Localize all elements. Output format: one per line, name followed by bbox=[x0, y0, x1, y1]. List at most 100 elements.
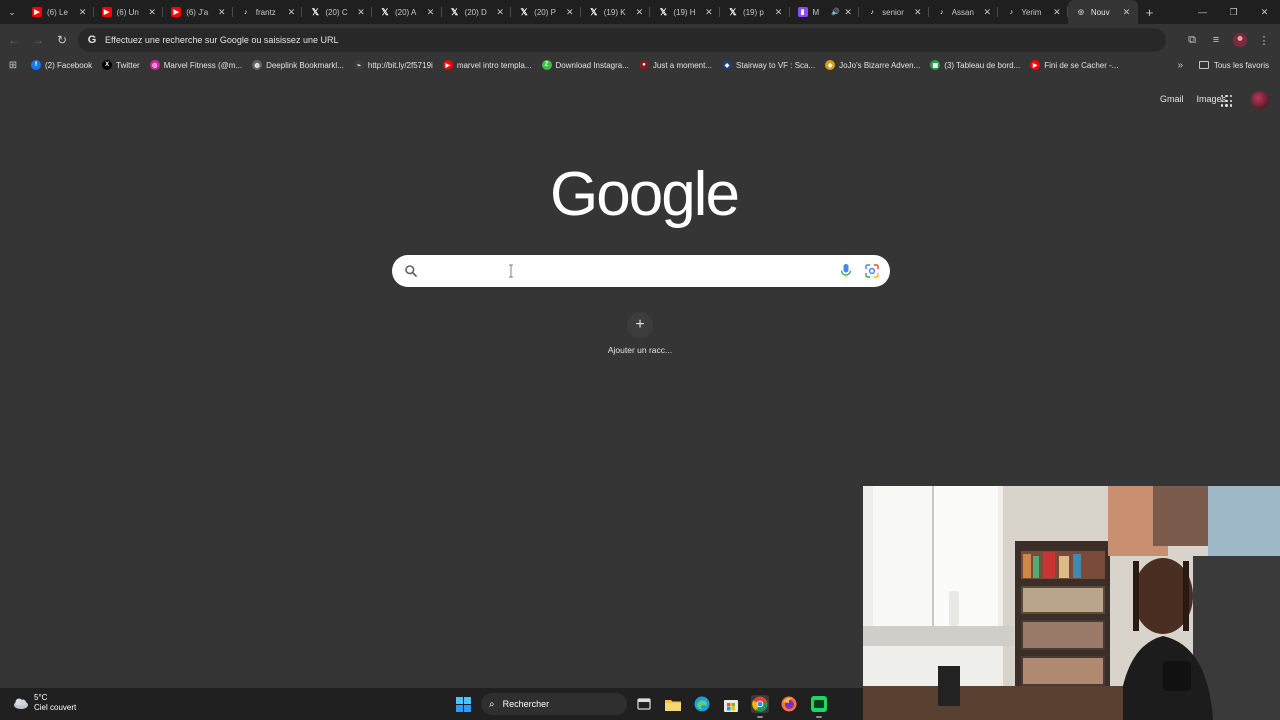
add-shortcut-tile[interactable]: + Ajouter un racc... bbox=[598, 312, 682, 370]
browser-tab[interactable]: 𝕏 (20) D ✕ bbox=[442, 0, 512, 24]
bookmark-item[interactable]: f (2) Facebook bbox=[26, 56, 97, 74]
back-arrow-icon[interactable]: ← bbox=[2, 28, 26, 52]
tab-title: M bbox=[812, 7, 820, 17]
microphone-icon[interactable] bbox=[839, 263, 853, 279]
edge-icon[interactable] bbox=[693, 695, 711, 713]
tab-title: (6) J'a bbox=[186, 7, 209, 17]
firefox-icon[interactable] bbox=[780, 695, 798, 713]
tab-close-icon[interactable]: ✕ bbox=[843, 7, 853, 18]
browser-tab[interactable]: ▶ (6) Un ✕ bbox=[94, 0, 164, 24]
profile-icon[interactable] bbox=[1228, 28, 1252, 52]
tab-close-icon[interactable]: ✕ bbox=[634, 7, 644, 18]
tab-close-icon[interactable]: ✕ bbox=[426, 7, 436, 18]
x-icon: 𝕏 bbox=[450, 6, 459, 17]
file-explorer-icon[interactable] bbox=[664, 695, 682, 713]
tab-close-icon[interactable]: ✕ bbox=[147, 7, 157, 18]
browser-tab[interactable]: 𝕏 (20) C ✕ bbox=[302, 0, 372, 24]
bookmark-label: (3) Tableau de bord... bbox=[944, 60, 1021, 70]
google-logo: Google bbox=[550, 160, 740, 229]
x-icon: 𝕏 bbox=[311, 6, 319, 17]
tradingview-app-icon[interactable] bbox=[810, 695, 828, 718]
x-icon: 𝕏 bbox=[590, 6, 598, 17]
minimize-icon[interactable]: — bbox=[1187, 0, 1218, 24]
tab-close-icon[interactable]: ✕ bbox=[982, 7, 992, 18]
x-icon: 𝕏 bbox=[520, 6, 528, 17]
account-avatar[interactable] bbox=[1251, 91, 1269, 109]
bookmark-item[interactable]: Z Download Instagra... bbox=[537, 56, 634, 74]
bookmark-item[interactable]: X Twitter bbox=[97, 56, 145, 74]
bookmarks-overflow-icon[interactable]: » bbox=[1172, 56, 1188, 74]
search-input[interactable] bbox=[424, 261, 824, 281]
google-apps-icon[interactable] bbox=[1221, 95, 1233, 107]
all-bookmarks-folder[interactable]: Tous les favoris bbox=[1194, 56, 1274, 74]
bookmark-item[interactable]: ● Just a moment... bbox=[634, 56, 717, 74]
bookmark-item[interactable]: ▣ (3) Tableau de bord... bbox=[925, 56, 1025, 74]
tab-close-icon[interactable]: ✕ bbox=[356, 7, 366, 18]
bookmark-item[interactable]: ⌁ http://bit.ly/2f5719i bbox=[349, 56, 438, 74]
youtube-icon: ▶ bbox=[171, 7, 182, 17]
tab-close-icon[interactable]: ✕ bbox=[1122, 7, 1132, 18]
weather-widget[interactable]: 5°C Ciel couvert bbox=[12, 693, 76, 713]
search-icon bbox=[405, 265, 417, 277]
apps-grid-icon[interactable]: ⊞ bbox=[0, 56, 26, 74]
bookmark-item[interactable]: ◆ JoJo's Bizarre Adven... bbox=[820, 56, 925, 74]
browser-tab[interactable]: 𝕏 (19) H ✕ bbox=[650, 0, 720, 24]
browser-tab[interactable]: ♪ Yerim ✕ bbox=[998, 0, 1068, 24]
extensions-icon[interactable]: ⧉ bbox=[1180, 28, 1204, 52]
browser-tab[interactable]: 𝕏 (19) K ✕ bbox=[581, 0, 651, 24]
browser-tab[interactable]: 𝕏 (20) A ✕ bbox=[372, 0, 442, 24]
browser-tab[interactable]: ▮ M 🔊 ✕ bbox=[790, 0, 860, 24]
browser-tab[interactable]: ▶ (6) J'a ✕ bbox=[163, 0, 233, 24]
chrome-icon[interactable] bbox=[751, 695, 769, 718]
tab-close-icon[interactable]: ✕ bbox=[704, 7, 714, 18]
browser-tab[interactable]: 𝕏 (20) P ✕ bbox=[511, 0, 581, 24]
tab-close-icon[interactable]: ✕ bbox=[913, 7, 923, 18]
bookmark-label: JoJo's Bizarre Adven... bbox=[839, 60, 921, 70]
tab-audio-icon[interactable]: 🔊 bbox=[831, 8, 840, 16]
folder-icon bbox=[1198, 61, 1209, 69]
media-control-icon[interactable]: ≡ bbox=[1204, 28, 1228, 52]
tab-search-chevron-icon[interactable]: ⌄ bbox=[0, 0, 24, 24]
browser-tab[interactable]: 𝕏 (19) p ✕ bbox=[720, 0, 790, 24]
tab-close-icon[interactable]: ✕ bbox=[217, 7, 227, 18]
tab-close-icon[interactable]: ✕ bbox=[495, 7, 505, 18]
bookmark-label: Marvel Fitness (@m... bbox=[163, 60, 243, 70]
google-lens-icon[interactable] bbox=[864, 263, 880, 279]
restore-icon[interactable]: ❐ bbox=[1218, 0, 1249, 24]
bookmark-item[interactable]: ▶ marvel intro templa... bbox=[438, 56, 537, 74]
search-icon: ⌕ bbox=[489, 698, 495, 710]
windows-start-icon[interactable] bbox=[456, 697, 471, 712]
ntp-top-links: Gmail Images bbox=[1160, 94, 1226, 104]
new-tab-button[interactable]: + bbox=[1138, 5, 1162, 20]
google-search-box[interactable] bbox=[392, 255, 890, 287]
tab-close-icon[interactable]: ✕ bbox=[774, 7, 784, 18]
close-window-icon[interactable]: ✕ bbox=[1249, 0, 1280, 24]
taskbar-search[interactable]: ⌕ Rechercher bbox=[481, 693, 627, 715]
browser-tab[interactable]: ◎ Nouv ✕ bbox=[1067, 0, 1138, 24]
bookmark-item[interactable]: ◍ Deeplink Bookmarkl... bbox=[247, 56, 349, 74]
windows-taskbar: 5°C Ciel couvert ⌕ Rechercher bbox=[0, 688, 863, 720]
tiktok-icon: ♪ bbox=[1009, 8, 1014, 16]
tiktok-icon: ♪ bbox=[870, 8, 874, 16]
tab-close-icon[interactable]: ✕ bbox=[565, 7, 575, 18]
bookmark-item[interactable]: ◆ Stairway to VF : Sca... bbox=[717, 56, 820, 74]
tab-close-icon[interactable]: ✕ bbox=[78, 7, 88, 18]
tab-close-icon[interactable]: ✕ bbox=[1052, 7, 1062, 18]
browser-tab[interactable]: ♪ Assan ✕ bbox=[929, 0, 999, 24]
browser-tab[interactable]: ▶ (6) Le ✕ bbox=[24, 0, 94, 24]
tab-close-icon[interactable]: ✕ bbox=[286, 7, 296, 18]
store-icon[interactable] bbox=[722, 695, 740, 713]
address-bar[interactable]: G Effectuez une recherche sur Google ou … bbox=[78, 28, 1166, 52]
twitch-icon: ▮ bbox=[797, 7, 808, 17]
webcam-overlay bbox=[863, 486, 1280, 720]
bookmark-item[interactable]: ▶ Fini de se Cacher -... bbox=[1025, 56, 1123, 74]
bookmark-item[interactable]: ◎ Marvel Fitness (@m... bbox=[145, 56, 247, 74]
forward-arrow-icon[interactable]: → bbox=[26, 28, 50, 52]
gmail-link[interactable]: Gmail bbox=[1160, 94, 1184, 104]
browser-tab[interactable]: ♪ senior ✕ bbox=[859, 0, 929, 24]
bookmark-list: f (2) Facebook X Twitter ◎ Marvel Fitness (@m… bbox=[26, 56, 1123, 74]
reload-icon[interactable]: ↻ bbox=[50, 28, 74, 52]
browser-tab[interactable]: ♪ frantz ✕ bbox=[233, 0, 303, 24]
menu-kebab-icon[interactable]: ⋮ bbox=[1252, 28, 1276, 52]
task-view-icon[interactable] bbox=[635, 695, 653, 713]
